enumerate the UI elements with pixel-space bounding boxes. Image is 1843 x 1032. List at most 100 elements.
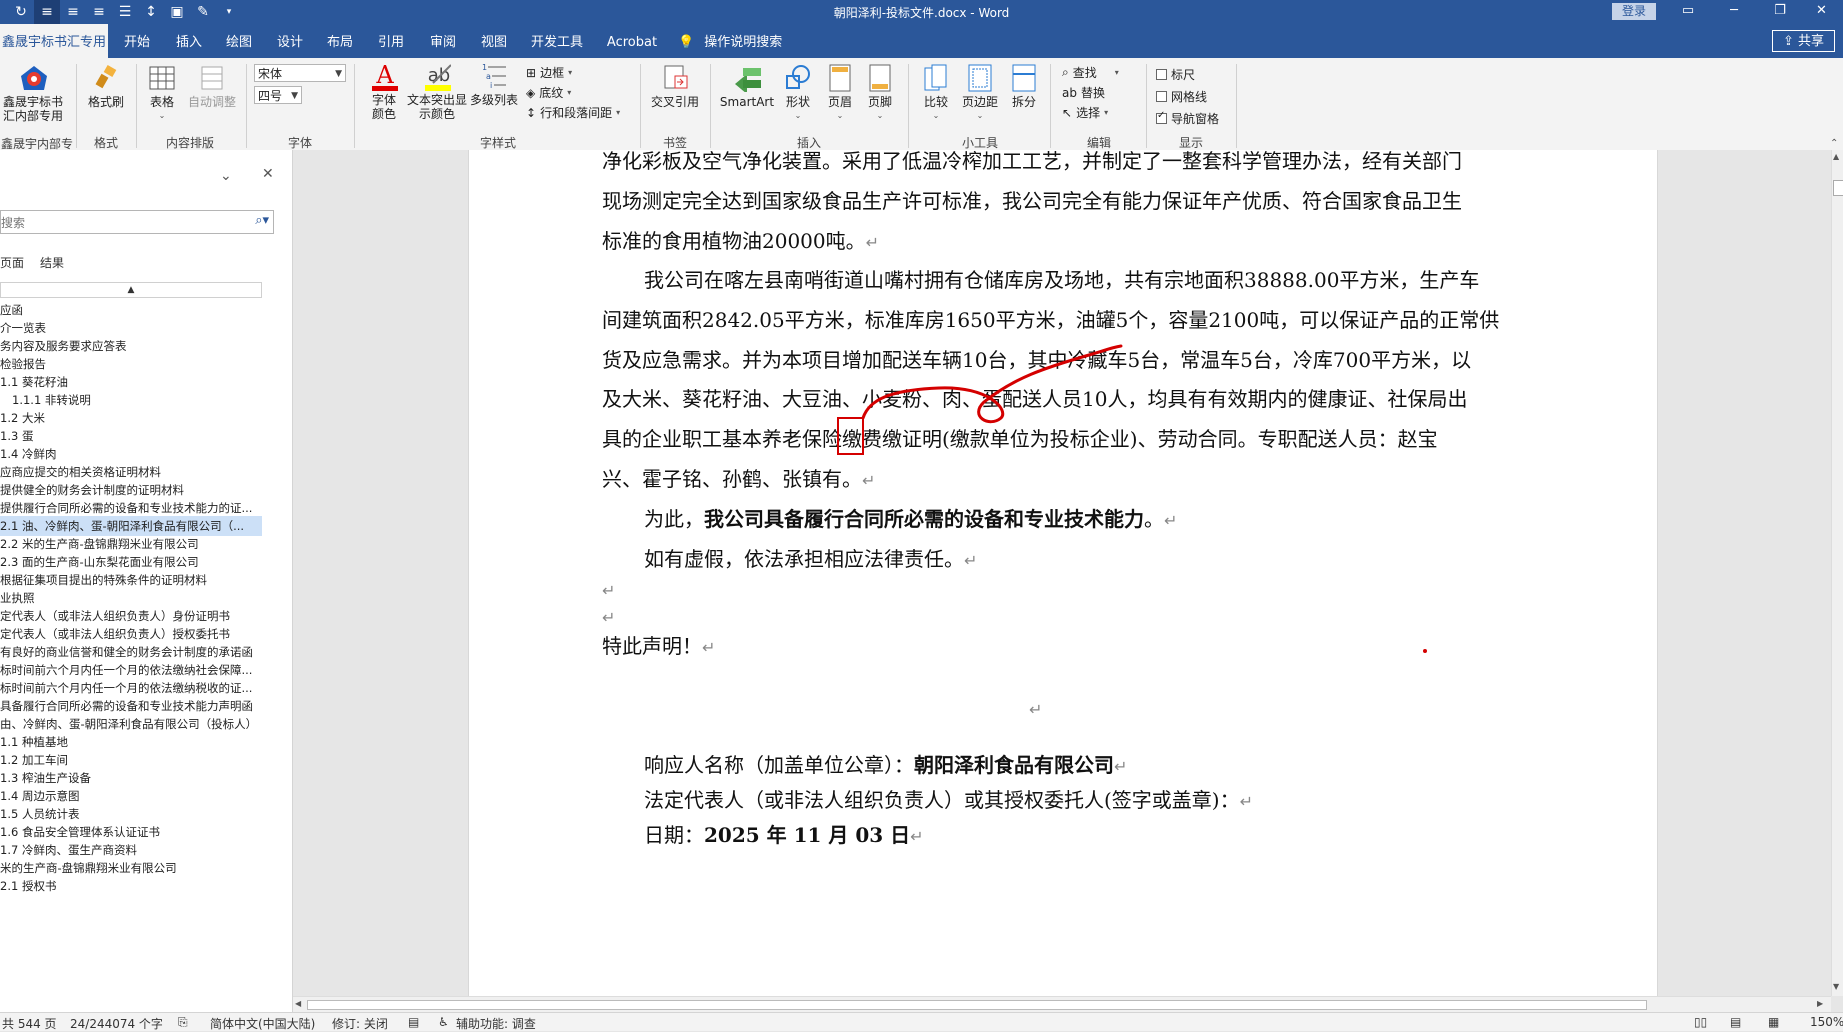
collapse-all-button[interactable]: ▲ xyxy=(0,282,262,298)
proofing-icon[interactable]: ⎘ xyxy=(178,1015,188,1030)
save-icon[interactable]: ▣ xyxy=(164,0,190,24)
login-button[interactable]: 登录 xyxy=(1612,3,1656,20)
status-language[interactable]: 简体中文(中国大陆) xyxy=(210,1015,315,1032)
nav-heading-item[interactable]: 1.6 食品安全管理体系认证证书 xyxy=(0,822,262,842)
nav-heading-item[interactable]: 务内容及服务要求应答表 xyxy=(0,336,262,356)
nav-tab-results[interactable]: 结果 xyxy=(40,254,64,271)
nav-heading-item[interactable]: 业执照 xyxy=(0,588,262,608)
tab-developer[interactable]: 开发工具 xyxy=(525,24,589,58)
format-painter-button[interactable]: 格式刷 xyxy=(84,64,128,109)
select-button[interactable]: ↖ 选择 ▾ xyxy=(1062,104,1108,121)
find-button[interactable]: ⌕ 查找 ▾ xyxy=(1062,64,1119,81)
nav-heading-item[interactable]: 定代表人（或非法人组织负责人）授权委托书 xyxy=(0,624,262,644)
tab-draw[interactable]: 绘图 xyxy=(216,24,262,58)
nav-heading-item[interactable]: 2.2 米的生产商-盘锦鼎翔米业有限公司 xyxy=(0,534,262,554)
align-left-icon[interactable]: ≡ xyxy=(34,0,60,24)
customize-qat-icon[interactable]: ▾ xyxy=(216,0,242,24)
document-page[interactable]: 净化彩板及空气净化装置。采用了低温冷榨加工工艺，并制定了一整套科学管理办法，经有… xyxy=(468,150,1658,996)
ribbon-display-icon[interactable]: ▭ xyxy=(1665,0,1711,24)
vertical-scrollbar[interactable]: ▲ ▼ xyxy=(1831,150,1843,996)
auto-fit-button[interactable]: 自动调整 xyxy=(184,64,240,109)
horizontal-scroll-thumb[interactable] xyxy=(307,1000,1647,1010)
tab-references[interactable]: 引用 xyxy=(368,24,414,58)
nav-heading-item[interactable]: 1.2 加工车间 xyxy=(0,750,262,770)
nav-heading-item[interactable]: 1.2 大米 xyxy=(0,408,262,428)
nav-heading-item[interactable]: 1.1.1 非转说明 xyxy=(0,390,274,410)
split-button[interactable]: 拆分 xyxy=(1006,64,1042,109)
nav-heading-item[interactable]: 1.1 葵花籽油 xyxy=(0,372,262,392)
multilevel-list-button[interactable]: 1ai 多级列表 xyxy=(468,62,520,107)
status-pages[interactable]: 共 544 页 xyxy=(2,1015,57,1032)
nav-heading-item[interactable]: 标时间前六个月内任一个月的依法缴纳税收的证... xyxy=(0,678,262,698)
status-track-changes[interactable]: 修订: 关闭 xyxy=(332,1015,388,1032)
nav-heading-item[interactable]: 介一览表 xyxy=(0,318,262,338)
nav-heading-item[interactable]: 有良好的商业信誉和健全的财务会计制度的承诺函 xyxy=(0,642,262,662)
nav-heading-item[interactable]: 1.1 种植基地 xyxy=(0,732,262,752)
nav-pane-checkbox[interactable]: 导航窗格 xyxy=(1156,110,1219,127)
nav-heading-item[interactable]: 提供健全的财务会计制度的证明材料 xyxy=(0,480,262,500)
font-size-select[interactable]: 四号 ▼ xyxy=(254,86,302,104)
nav-options-icon[interactable]: ⌄ xyxy=(220,168,232,184)
table-button[interactable]: 表格 ⌄ xyxy=(142,64,182,123)
print-layout-icon[interactable]: ▤ xyxy=(1730,1015,1741,1029)
minimize-icon[interactable]: ─ xyxy=(1711,0,1757,24)
nav-heading-item[interactable]: 由、冷鲜肉、蛋-朝阳泽利食品有限公司（投标人） xyxy=(0,714,262,734)
justify-icon[interactable]: ☰ xyxy=(112,0,138,24)
tell-me-search[interactable]: 💡 操作说明搜索 xyxy=(678,24,798,58)
line-spacing-icon[interactable]: ↕ xyxy=(138,0,164,24)
nav-heading-item[interactable]: 应函 xyxy=(0,300,262,320)
nav-heading-item[interactable]: 1.5 人员统计表 xyxy=(0,804,262,824)
tab-layout[interactable]: 布局 xyxy=(317,24,363,58)
restore-icon[interactable]: ❐ xyxy=(1757,0,1803,24)
tab-review[interactable]: 审阅 xyxy=(420,24,466,58)
compare-button[interactable]: 比较 ⌄ xyxy=(918,64,954,123)
gridlines-checkbox[interactable]: 网格线 xyxy=(1156,88,1207,105)
nav-heading-item[interactable]: 1.4 冷鲜肉 xyxy=(0,444,262,464)
shading-button[interactable]: ◈ 底纹 ▾ xyxy=(526,84,571,101)
line-spacing-button[interactable]: ↕ 行和段落间距 ▾ xyxy=(526,104,620,121)
redo-icon[interactable]: ↻ xyxy=(8,0,34,24)
nav-heading-item[interactable]: 2.1 授权书 xyxy=(0,876,262,896)
macro-icon[interactable]: ▤ xyxy=(408,1015,419,1029)
footer-button[interactable]: 页脚 ⌄ xyxy=(862,64,898,123)
align-center-icon[interactable]: ≡ xyxy=(60,0,86,24)
nav-heading-item[interactable]: 1.3 榨油生产设备 xyxy=(0,768,262,788)
nav-heading-item[interactable]: 标时间前六个月内任一个月的依法缴纳社会保障... xyxy=(0,660,262,680)
nav-heading-item[interactable]: 检验报告 xyxy=(0,354,262,374)
ruler-checkbox[interactable]: 标尺 xyxy=(1156,66,1195,83)
nav-heading-item[interactable]: 提供履行合同所必需的设备和专业技术能力的证... xyxy=(0,498,262,518)
scroll-up-icon[interactable]: ▲ xyxy=(1833,152,1839,161)
scroll-right-icon[interactable]: ▶ xyxy=(1817,999,1823,1008)
shapes-button[interactable]: 形状 ⌄ xyxy=(780,64,816,123)
share-button[interactable]: ⇪ 共享 xyxy=(1772,30,1835,52)
status-words[interactable]: 24/244074 个字 xyxy=(70,1015,163,1032)
highlight-button[interactable]: ab 文本突出显示颜色 xyxy=(406,62,468,121)
nav-heading-item[interactable]: 1.3 蛋 xyxy=(0,426,262,446)
tab-insert[interactable]: 插入 xyxy=(166,24,212,58)
nav-close-icon[interactable]: ✕ xyxy=(262,166,274,182)
status-accessibility[interactable]: 辅助功能: 调查 xyxy=(456,1015,536,1032)
tab-addin[interactable]: 鑫晟宇标书汇专用 xyxy=(0,24,108,58)
collapse-ribbon-icon[interactable]: ⌃ xyxy=(1830,138,1838,149)
nav-heading-item[interactable]: 根据征集项目提出的特殊条件的证明材料 xyxy=(0,570,262,590)
addin-button[interactable]: 鑫晟宇标书汇内部专用 xyxy=(2,64,64,123)
cross-reference-button[interactable]: 交叉引用 xyxy=(648,64,702,109)
tab-home[interactable]: 开始 xyxy=(114,24,160,58)
tab-acrobat[interactable]: Acrobat xyxy=(600,24,664,58)
nav-heading-item[interactable]: 1.7 冷鲜肉、蛋生产商资料 xyxy=(0,840,262,860)
horizontal-scrollbar[interactable]: ◀ ▶ xyxy=(293,996,1831,1013)
nav-tab-pages[interactable]: 页面 xyxy=(0,254,24,271)
border-button[interactable]: ⊞ 边框 ▾ xyxy=(526,64,572,81)
nav-search-input[interactable] xyxy=(1,212,233,234)
scroll-thumb[interactable] xyxy=(1833,180,1843,196)
close-icon[interactable]: ✕ xyxy=(1800,0,1843,24)
header-button[interactable]: 页眉 ⌄ xyxy=(822,64,858,123)
tab-design[interactable]: 设计 xyxy=(267,24,313,58)
smartart-button[interactable]: SmartArt xyxy=(716,64,778,109)
nav-search-box[interactable]: ⌕▾ xyxy=(0,210,274,234)
nav-heading-item[interactable]: 1.4 周边示意图 xyxy=(0,786,262,806)
status-zoom[interactable]: 150% xyxy=(1810,1015,1843,1029)
format-painter-icon[interactable]: ✎ xyxy=(190,0,216,24)
nav-heading-item[interactable]: 定代表人（或非法人组织负责人）身份证明书 xyxy=(0,606,262,626)
nav-heading-item[interactable]: 2.1 油、冷鲜肉、蛋-朝阳泽利食品有限公司（... xyxy=(0,516,262,536)
